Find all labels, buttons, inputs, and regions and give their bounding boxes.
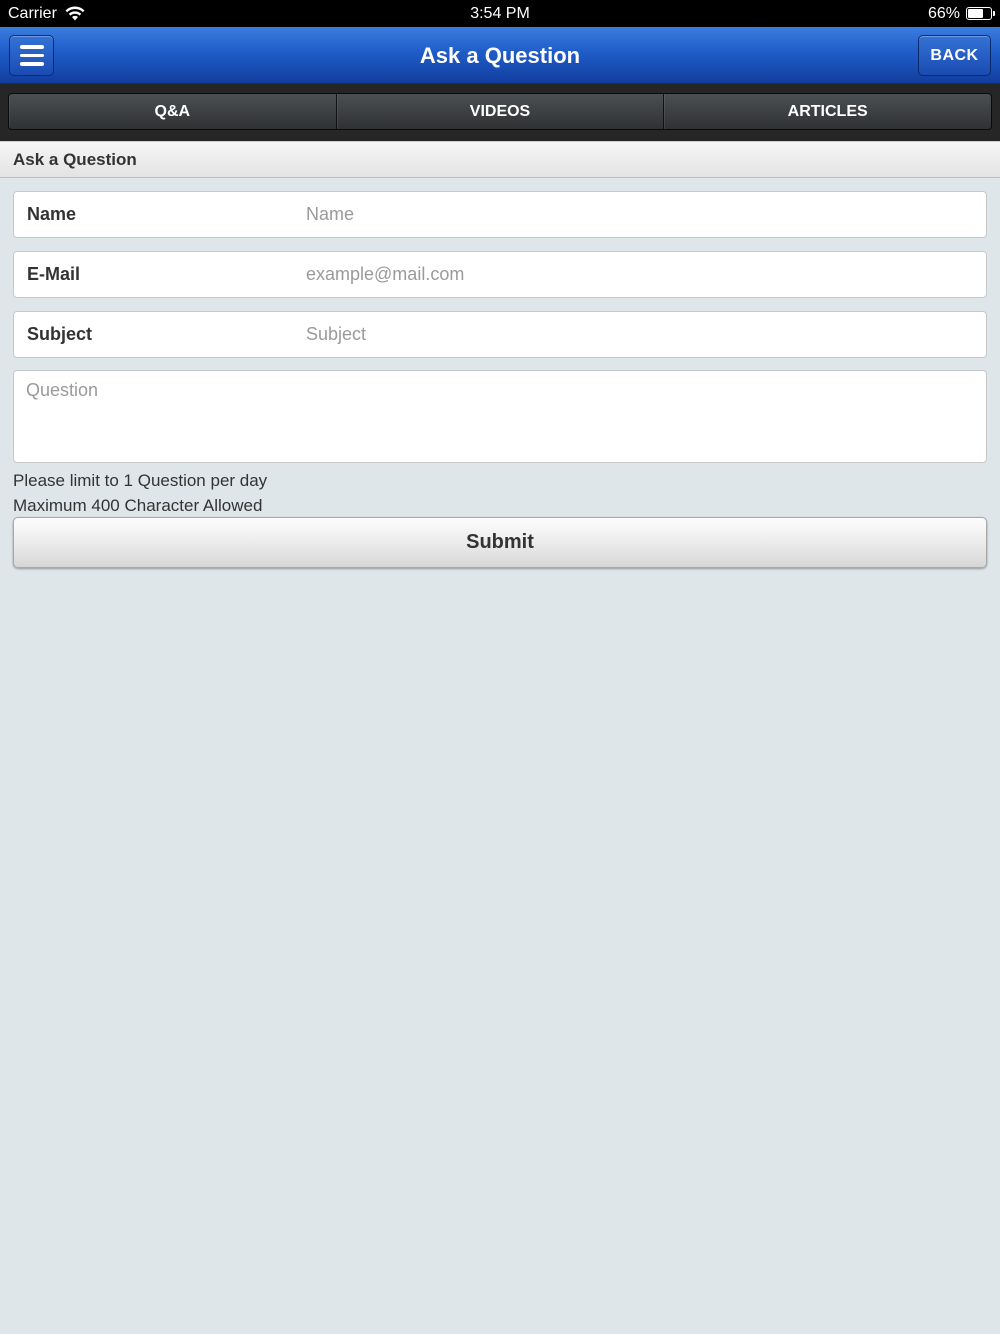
- tab-qa[interactable]: Q&A: [9, 94, 337, 129]
- page-title: Ask a Question: [419, 42, 581, 68]
- name-field: Name: [13, 191, 987, 238]
- status-right: 66%: [927, 4, 995, 23]
- email-input[interactable]: [294, 252, 986, 297]
- email-field: E-Mail: [13, 251, 987, 298]
- battery-icon: [966, 7, 995, 20]
- subject-input[interactable]: [294, 312, 986, 357]
- email-label: E-Mail: [27, 264, 81, 284]
- nav-bar: Ask a Question BACK: [0, 27, 1000, 84]
- subject-label: Subject: [27, 324, 93, 344]
- submit-button[interactable]: Submit: [13, 517, 987, 568]
- character-limit-note: Maximum 400 Character Allowed: [13, 496, 263, 515]
- name-label: Name: [27, 204, 77, 224]
- section-header: Ask a Question: [0, 141, 1000, 178]
- tab-videos[interactable]: VIDEOS: [337, 94, 665, 129]
- menu-button[interactable]: [9, 35, 54, 76]
- question-textarea[interactable]: [13, 370, 987, 463]
- carrier-label: Carrier: [8, 4, 57, 22]
- tab-articles[interactable]: ARTICLES: [664, 94, 991, 129]
- hamburger-menu-icon: [19, 45, 44, 49]
- hamburger-menu-icon: [19, 53, 44, 58]
- question-limit-note: Please limit to 1 Question per day: [13, 471, 268, 490]
- status-bar: Carrier 3:54 PM 66%: [0, 0, 1000, 27]
- hamburger-menu-icon: [19, 62, 44, 66]
- back-button[interactable]: BACK: [918, 35, 991, 76]
- battery-fill: [968, 9, 983, 18]
- tab-bar: Q&A VIDEOS ARTICLES: [0, 84, 1000, 141]
- status-left: Carrier: [8, 5, 85, 23]
- wifi-icon: [65, 6, 85, 21]
- battery-percent: 66%: [927, 4, 960, 22]
- subject-field: Subject: [13, 311, 987, 358]
- segmented-tabs: Q&A VIDEOS ARTICLES: [8, 93, 992, 130]
- name-input[interactable]: [294, 192, 986, 237]
- status-time: 3:54 PM: [470, 4, 530, 22]
